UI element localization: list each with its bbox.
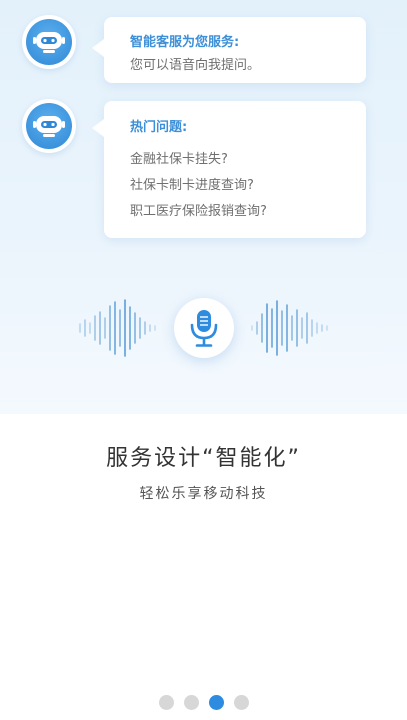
voice-input-button[interactable] [174, 298, 234, 358]
sound-wave-icon [79, 299, 156, 357]
hot-question-item[interactable]: 金融社保卡挂失? [130, 148, 228, 167]
feature-subtitle: 轻松乐享移动科技 [139, 486, 268, 502]
hot-question-item[interactable]: 职工医疗保险报销查询? [130, 200, 267, 219]
robot-avatar-icon [22, 99, 76, 153]
sound-wave-icon [251, 300, 328, 356]
greeting-bubble: 智能客服为您服务: 您可以语音向我提问。 [92, 17, 366, 83]
page-dot[interactable] [158, 695, 174, 710]
microphone-icon [190, 310, 218, 347]
robot-avatar-icon [22, 15, 76, 69]
greeting-text: 您可以语音向我提问。 [130, 58, 261, 73]
hero-panel: 智能客服为您服务: 您可以语音向我提问。 热门问题: 金融社保卡挂失? 社保卡制… [0, 0, 407, 414]
page-indicator [0, 695, 407, 710]
feature-headline: 服务设计“智能化” [106, 446, 301, 471]
hot-questions-bubble: 热门问题: 金融社保卡挂失? 社保卡制卡进度查询? 职工医疗保险报销查询? [92, 101, 366, 238]
hot-question-item[interactable]: 社保卡制卡进度查询? [130, 174, 254, 193]
page-dot-active[interactable] [208, 695, 224, 710]
greeting-title: 智能客服为您服务: [130, 35, 240, 50]
hot-questions-title: 热门问题: [130, 120, 188, 135]
page-dot[interactable] [233, 695, 249, 710]
page-dot[interactable] [183, 695, 199, 710]
